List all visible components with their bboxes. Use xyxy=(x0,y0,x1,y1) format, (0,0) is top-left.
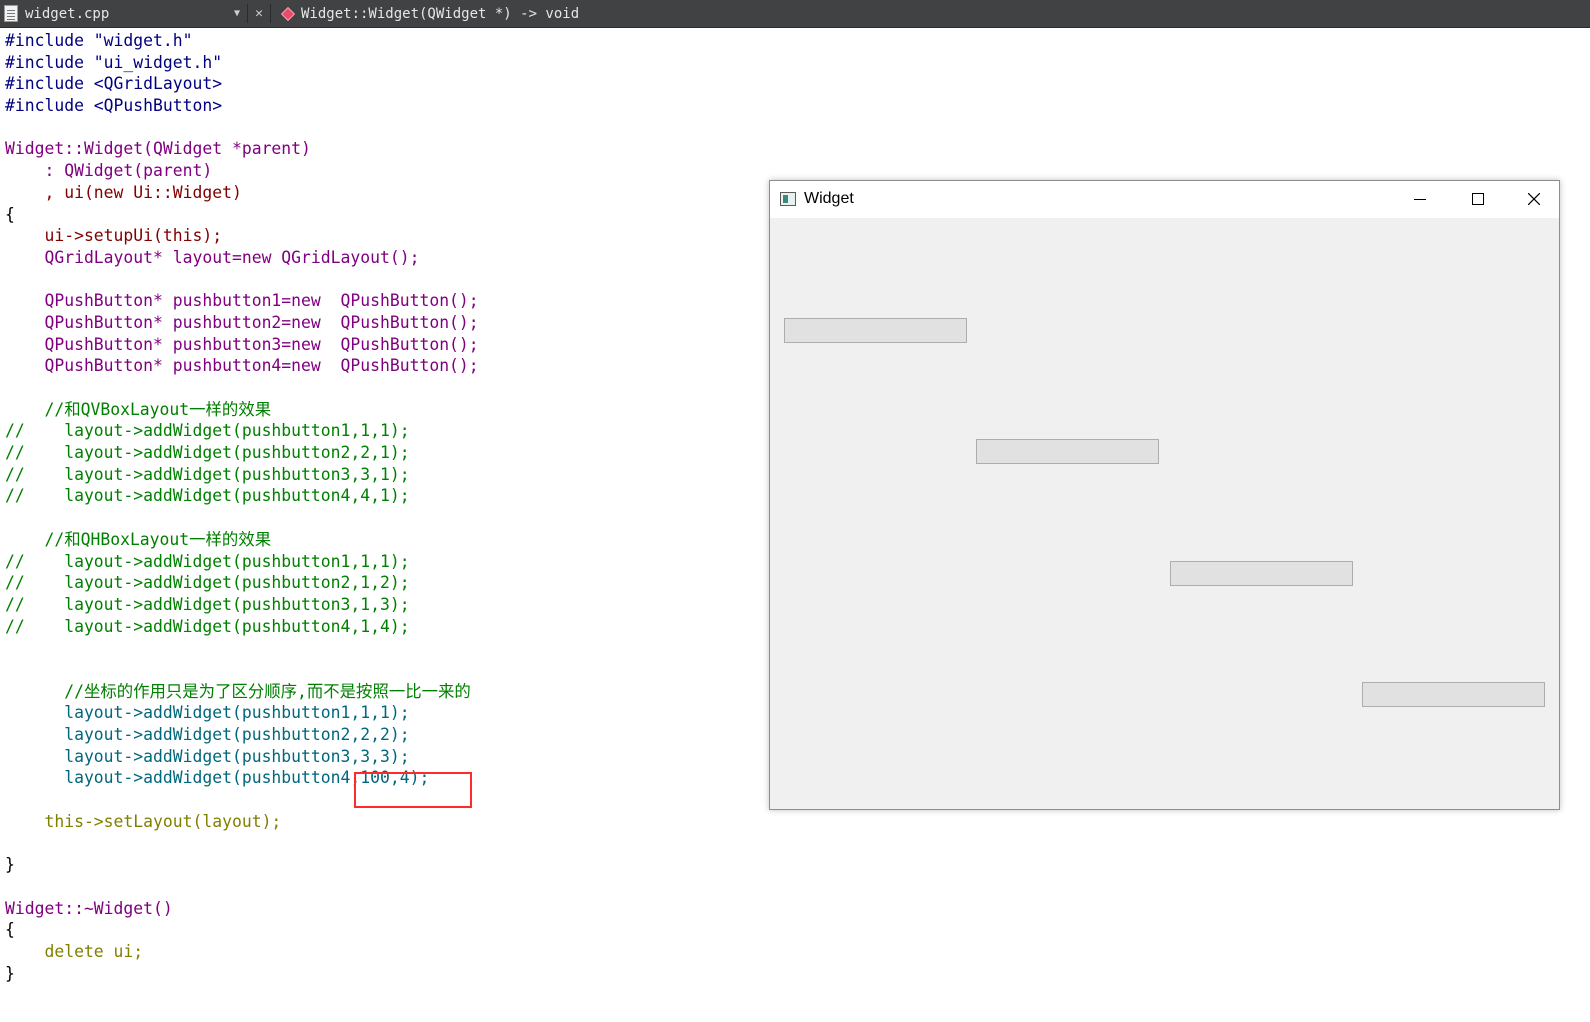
cpp-file-icon xyxy=(4,5,18,22)
code-comment: // layout->addWidget(pushbutton2,2,1); xyxy=(5,443,410,463)
current-symbol-selector[interactable]: Widget::Widget(QWidget *) -> void xyxy=(301,6,579,22)
code-line: QGridLayout* layout=new QGridLayout(); xyxy=(5,247,420,267)
code-comment: //和QHBoxLayout一样的效果 xyxy=(5,529,272,549)
maximize-button[interactable] xyxy=(1455,181,1501,217)
code-comment: // layout->addWidget(pushbutton3,1,3); xyxy=(5,594,410,614)
code-line: Widget::~Widget() xyxy=(5,898,173,918)
pushbutton-2[interactable] xyxy=(976,439,1159,464)
toolbar-divider xyxy=(247,4,248,23)
close-icon xyxy=(1528,193,1540,205)
code-line: #include <QGridLayout> xyxy=(5,74,223,94)
pushbutton-3[interactable] xyxy=(1170,561,1353,586)
code-line: : QWidget(parent) xyxy=(5,161,213,181)
maximize-icon xyxy=(1472,193,1484,205)
minimize-icon xyxy=(1414,199,1426,200)
code-line: QPushButton* pushbutton1=new QPushButton… xyxy=(5,291,479,311)
code-line: QPushButton* pushbutton3=new QPushButton… xyxy=(5,334,479,354)
code-comment: // layout->addWidget(pushbutton4,1,4); xyxy=(5,616,410,636)
code-editor[interactable]: #include "widget.h" #include "ui_widget.h… xyxy=(5,30,479,984)
function-symbol-icon xyxy=(280,6,296,21)
code-line: #include "widget.h" xyxy=(5,31,193,50)
chevron-down-icon[interactable]: ▼ xyxy=(229,8,245,19)
code-line: layout->addWidget(pushbutton2,2,2); xyxy=(5,725,410,744)
code-line: this->setLayout(layout); xyxy=(5,811,282,831)
close-document-icon[interactable]: ✕ xyxy=(250,6,268,21)
code-line: { xyxy=(5,920,15,940)
code-line: QPushButton* pushbutton2=new QPushButton… xyxy=(5,312,479,332)
code-line: , ui(new Ui::Widget) xyxy=(5,182,242,202)
open-file-name[interactable]: widget.cpp xyxy=(25,6,225,22)
pushbutton-4[interactable] xyxy=(1362,682,1545,707)
code-line: layout->addWidget(pushbutton1,1,1); xyxy=(5,703,410,723)
code-line: delete ui; xyxy=(5,941,144,961)
code-line: layout->addWidget(pushbutton3,3,3); xyxy=(5,746,410,766)
code-comment: // layout->addWidget(pushbutton2,1,2); xyxy=(5,573,410,593)
editor-toolbar: widget.cpp ▼ ✕ Widget::Widget(QWidget *)… xyxy=(0,0,1590,28)
code-line: } xyxy=(5,855,15,875)
code-line: } xyxy=(5,963,15,983)
toolbar-divider xyxy=(270,4,271,23)
code-comment: //和QVBoxLayout一样的效果 xyxy=(5,399,272,419)
code-line: QPushButton* pushbutton4=new QPushButton… xyxy=(5,356,479,376)
pushbutton-1[interactable] xyxy=(784,318,967,343)
code-line-highlighted: layout->addWidget(pushbutton4,100,4); xyxy=(5,768,430,788)
code-line: { xyxy=(5,204,15,224)
widget-window[interactable]: Widget xyxy=(769,180,1560,810)
code-comment: // layout->addWidget(pushbutton4,4,1); xyxy=(5,486,410,506)
code-line: #include <QPushButton> xyxy=(5,96,223,116)
close-button[interactable] xyxy=(1511,181,1557,217)
code-line: ui->setupUi(this); xyxy=(5,226,223,246)
code-line: #include "ui_widget.h" xyxy=(5,52,223,72)
code-comment: // layout->addWidget(pushbutton1,1,1); xyxy=(5,421,410,441)
code-comment: // layout->addWidget(pushbutton3,3,1); xyxy=(5,464,410,484)
window-app-icon xyxy=(780,192,796,206)
window-title: Widget xyxy=(804,190,854,207)
code-comment: //坐标的作用只是为了区分顺序,而不是按照一比一来的 xyxy=(5,681,471,701)
code-comment: // layout->addWidget(pushbutton1,1,1); xyxy=(5,551,410,571)
code-line: Widget::Widget(QWidget *parent) xyxy=(5,139,311,159)
window-titlebar[interactable]: Widget xyxy=(770,181,1559,218)
minimize-button[interactable] xyxy=(1397,181,1443,217)
